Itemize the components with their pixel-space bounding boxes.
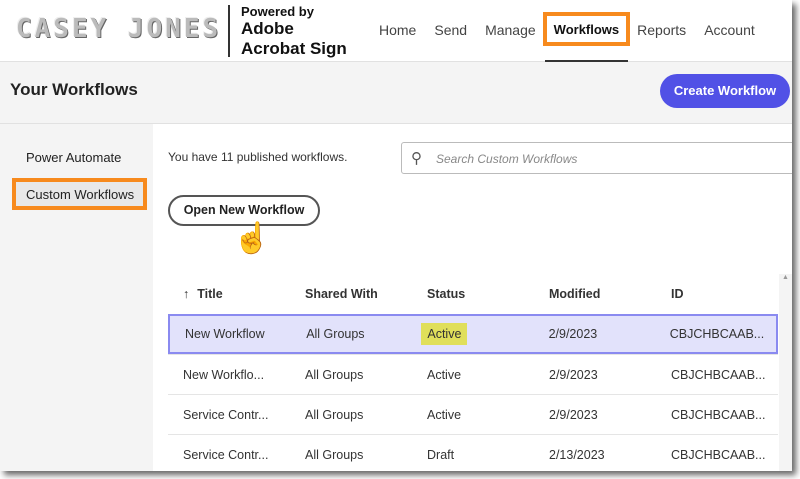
casey-jones-logo: CASEY JONES	[16, 14, 222, 44]
cell-status: Active	[427, 367, 462, 382]
hand-cursor-icon: ☝	[233, 222, 271, 255]
scroll-up-icon[interactable]: ▲	[782, 274, 789, 281]
page-header: Your Workflows Create Workflow	[0, 62, 792, 124]
header-divider	[228, 5, 230, 57]
nav-home[interactable]: Home	[370, 0, 425, 62]
column-id[interactable]: ID	[671, 287, 778, 301]
top-header: CASEY JONES Powered by Adobe Acrobat Sig…	[0, 0, 792, 62]
cell-modified: 2/9/2023	[549, 407, 598, 422]
workflows-table: ↑ Title Shared With Status Modified ID Ne…	[168, 274, 778, 471]
cell-shared: All Groups	[305, 367, 364, 382]
brand-line1: Adobe	[241, 19, 294, 38]
nav-send[interactable]: Send	[425, 0, 476, 62]
search-placeholder: Search Custom Workflows	[436, 152, 578, 166]
table-scrollbar[interactable]: ▲	[779, 274, 792, 471]
cell-title: New Workflo...	[183, 367, 265, 382]
cell-title: Service Contr...	[183, 447, 269, 462]
cell-id: CBJCHBCAAB...	[671, 447, 766, 462]
cell-modified: 2/13/2023	[549, 447, 605, 462]
highlight-box	[542, 12, 631, 46]
column-modified[interactable]: Modified	[549, 287, 671, 301]
create-workflow-button[interactable]: Create Workflow	[660, 74, 790, 108]
page-title: Your Workflows	[10, 80, 138, 99]
table-header: ↑ Title Shared With Status Modified ID	[168, 274, 778, 314]
status-badge: Active	[421, 323, 468, 345]
search-input[interactable]: ⚲ Search Custom Workflows	[401, 142, 792, 174]
column-title-label: Title	[197, 287, 223, 301]
column-status[interactable]: Status	[427, 287, 549, 301]
cell-status: Active	[421, 323, 548, 345]
cell-shared: All Groups	[306, 327, 365, 341]
workflow-count: You have 11 published workflows.	[168, 150, 348, 164]
main-nav: Home Send Manage Workflows Reports Accou…	[370, 0, 764, 62]
powered-by: Powered by	[241, 4, 314, 19]
search-icon: ⚲	[411, 150, 422, 167]
sidebar: Power Automate Custom Workflows	[0, 124, 153, 471]
cell-modified: 2/9/2023	[548, 327, 598, 341]
cell-id: CBJCHBCAAB...	[671, 367, 766, 382]
main-content: You have 11 published workflows. ⚲ Searc…	[153, 124, 792, 471]
cell-id: CBJCHBCAAB...	[671, 407, 766, 422]
table-row[interactable]: New Workflow All Groups Active 2/9/2023 …	[168, 314, 778, 354]
app-window: CASEY JONES Powered by Adobe Acrobat Sig…	[0, 0, 792, 471]
nav-account[interactable]: Account	[695, 0, 764, 62]
cell-title: New Workflow	[185, 327, 265, 341]
cell-shared: All Groups	[305, 407, 364, 422]
cell-status: Draft	[427, 447, 455, 462]
cell-modified: 2/9/2023	[549, 367, 598, 382]
adobe-sign-brand: Powered by Adobe Acrobat Sign	[241, 4, 347, 59]
table-row[interactable]: New Workflo... All Groups Active 2/9/202…	[168, 354, 778, 394]
cell-title: Service Contr...	[183, 407, 269, 422]
cell-shared: All Groups	[305, 447, 364, 462]
sort-up-icon: ↑	[183, 287, 190, 301]
sidebar-item-power-automate[interactable]: Power Automate	[26, 150, 121, 165]
nav-reports[interactable]: Reports	[628, 0, 695, 62]
table-row[interactable]: Service Contr... All Groups Draft 2/13/2…	[168, 434, 778, 471]
nav-manage[interactable]: Manage	[476, 0, 545, 62]
cell-id: CBJCHBCAAB...	[669, 327, 765, 341]
column-title[interactable]: ↑ Title	[168, 287, 305, 301]
table-row[interactable]: Service Contr... All Groups Active 2/9/2…	[168, 394, 778, 434]
brand-line2: Acrobat Sign	[241, 39, 347, 58]
cell-status: Active	[427, 407, 462, 422]
column-shared-with[interactable]: Shared With	[305, 287, 427, 301]
nav-workflows[interactable]: Workflows	[542, 0, 631, 62]
sidebar-item-custom-workflows[interactable]: Custom Workflows	[26, 187, 134, 202]
